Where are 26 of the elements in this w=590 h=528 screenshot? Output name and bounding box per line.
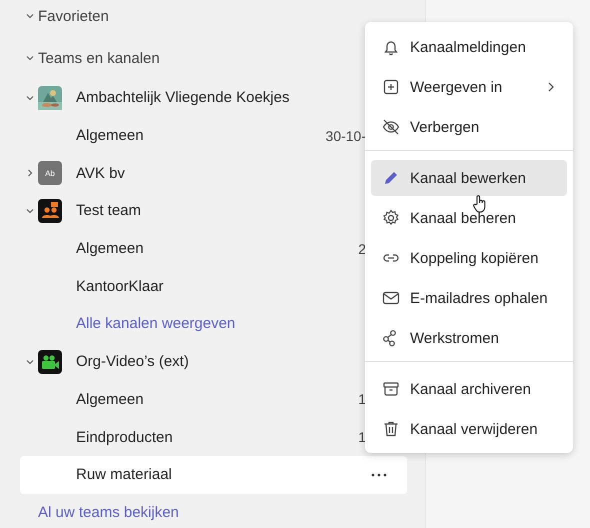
view-all-teams-link[interactable]: Al uw teams bekijken <box>38 504 179 521</box>
more-options-icon[interactable] <box>371 472 387 477</box>
menu-item[interactable]: Kanaal bewerken <box>371 160 567 196</box>
channel-item[interactable]: Ruw materiaal <box>20 456 407 494</box>
menu-item[interactable]: Kanaal verwijderen <box>371 411 567 447</box>
team-name[interactable]: AVK bv <box>76 164 125 182</box>
section-header[interactable]: Teams en kanalen <box>38 50 160 66</box>
eye-slash-icon <box>381 117 401 137</box>
team-avatar: Ab <box>38 161 62 186</box>
menu-item[interactable]: Kanaalmeldingen <box>371 29 567 65</box>
menu-item[interactable]: Verbergen <box>371 109 567 145</box>
section-header[interactable]: Favorieten <box>38 8 109 24</box>
team-name[interactable]: Org-Video’s (ext) <box>76 353 189 370</box>
menu-item[interactable]: Werkstromen <box>371 320 567 356</box>
video-camera-icon <box>38 350 62 374</box>
menu-item[interactable]: Kanaal archiveren <box>371 371 567 407</box>
team-name[interactable]: Ambachtelijk Vliegende Koekjes <box>76 89 290 106</box>
menu-item[interactable]: Kanaal beheren <box>371 200 567 236</box>
people-icon <box>38 198 62 223</box>
menu-item[interactable]: E-mailadres ophalen <box>371 280 567 316</box>
hand-cursor-icon <box>472 194 488 214</box>
menu-item[interactable]: Weergeven in <box>371 69 567 105</box>
add-square-icon <box>381 77 401 97</box>
team-name[interactable]: Test team <box>76 202 142 220</box>
menu-item[interactable]: Koppeling kopiëren <box>371 240 567 276</box>
show-all-channels-link[interactable]: Alle kanalen weergeven <box>76 315 236 332</box>
